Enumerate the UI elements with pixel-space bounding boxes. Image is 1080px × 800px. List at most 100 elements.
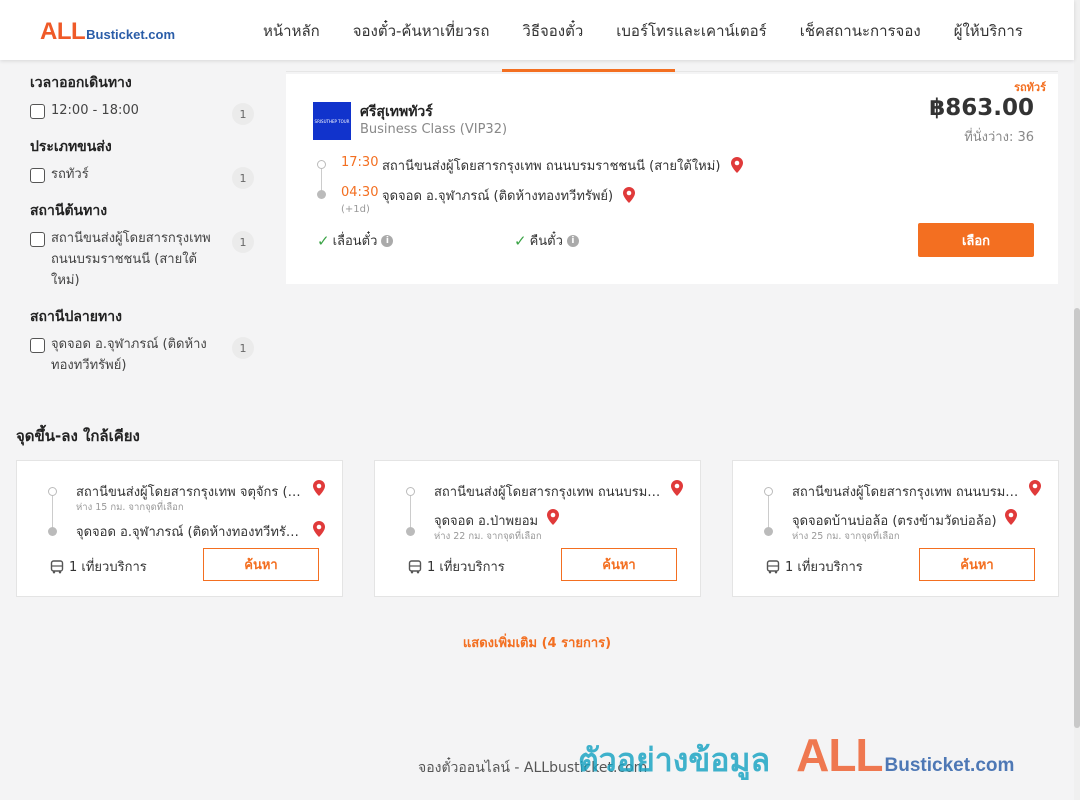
filter-title-destination-station: สถานีปลายทาง xyxy=(30,309,122,325)
feature-label: เลื่อนตั๋ว xyxy=(332,234,378,249)
map-pin-icon[interactable] xyxy=(547,509,559,525)
destination-dot xyxy=(764,527,773,536)
count-badge: 1 xyxy=(232,231,254,253)
sample-data-watermark: ตัวอย่างข้อมูล ALL Busticket.com xyxy=(578,728,1014,786)
trip-count-label: 1 เที่ยวบริการ xyxy=(785,560,863,575)
nearby-to-distance: ห่าง 25 กม. จากจุดที่เลือก xyxy=(792,531,900,542)
trip-count-label: 1 เที่ยวบริการ xyxy=(69,560,147,575)
nearby-section-title: จุดขึ้น-ลง ใกล้เคียง xyxy=(16,427,140,445)
nav-contact-counter[interactable]: เบอร์โทรและเคาน์เตอร์ xyxy=(616,19,766,43)
nav-home[interactable]: หน้าหลัก xyxy=(263,19,320,43)
checkbox[interactable] xyxy=(30,338,45,353)
nearby-to-station: จุดจอด อ.ป่าพยอม xyxy=(434,514,539,529)
next-day-indicator: (+1d) xyxy=(341,204,370,215)
nearby-trip-count: 1 เที่ยวบริการ xyxy=(408,556,505,577)
map-pin-icon[interactable] xyxy=(313,521,325,537)
nearby-card: สถานีขนส่งผู้โดยสารกรุงเทพ จตุจักร (หมอช… xyxy=(16,460,343,597)
filter-option-departure-time[interactable]: 12:00 - 18:00 1 xyxy=(30,103,260,125)
nearby-to-distance: ห่าง 22 กม. จากจุดที่เลือก xyxy=(434,531,542,542)
nav-check-booking[interactable]: เช็คสถานะการจอง xyxy=(800,19,921,43)
operator-name: ศรีสุเทพทัวร์ xyxy=(360,104,433,120)
bus-icon xyxy=(408,559,422,573)
operator-logo: SRISUTHEP TOUR xyxy=(313,102,351,140)
nearby-to-station: จุดจอดบ้านบ่อล้อ (ตรงข้ามวัดบ่อล้อ) xyxy=(792,514,997,529)
site-logo[interactable]: ALL Busticket.com xyxy=(40,18,175,46)
map-pin-icon[interactable] xyxy=(1005,509,1017,525)
route-line xyxy=(52,494,53,531)
depart-station: สถานีขนส่งผู้โดยสารกรุงเทพ ถนนบรมราชชนนี… xyxy=(382,155,743,176)
info-icon[interactable]: i xyxy=(381,234,394,247)
destination-dot xyxy=(406,527,415,536)
origin-dot xyxy=(48,487,57,496)
count-badge: 1 xyxy=(232,167,254,189)
show-more-link[interactable]: แสดงเพิ่มเติม (4 รายการ) xyxy=(0,632,1074,653)
nearby-from-station: สถานีขนส่งผู้โดยสารกรุงเทพ ถนนบรมราชชนนี… xyxy=(434,485,662,500)
checkbox[interactable] xyxy=(30,232,45,247)
filter-option-transport-type[interactable]: รถทัวร์ 1 xyxy=(30,167,260,189)
nearby-card: สถานีขนส่งผู้โดยสารกรุงเทพ ถนนบรมราชชนนี… xyxy=(732,460,1059,597)
map-pin-icon[interactable] xyxy=(671,480,683,496)
operator-logo-text: SRISUTHEP TOUR xyxy=(314,118,350,124)
nearby-card: สถานีขนส่งผู้โดยสารกรุงเทพ ถนนบรมราชชนนี… xyxy=(374,460,701,597)
filter-option-label: รถทัวร์ xyxy=(51,167,89,182)
filter-option-origin-station[interactable]: สถานีขนส่งผู้โดยสารกรุงเทพ ถนนบรมราชชนนี… xyxy=(30,231,260,291)
route-line xyxy=(768,494,769,531)
nav-how-to-book[interactable]: วิธีจองตั๋ว xyxy=(522,19,583,43)
checkbox[interactable] xyxy=(30,104,45,119)
scrollbar-thumb[interactable] xyxy=(1074,308,1080,728)
count-badge: 1 xyxy=(232,337,254,359)
route-line xyxy=(410,494,411,531)
logo-busticket: Busticket.com xyxy=(86,27,176,42)
nearby-to-station: จุดจอด อ.จุฬาภรณ์ (ติดห้างทองทวีทรัพย์) xyxy=(76,525,304,540)
filter-title-origin-station: สถานีต้นทาง xyxy=(30,203,108,219)
info-icon[interactable]: i xyxy=(566,234,579,247)
origin-dot xyxy=(764,487,773,496)
arrive-station-label: จุดจอด อ.จุฬาภรณ์ (ติดห้างทองทวีทรัพย์) xyxy=(382,189,614,204)
map-pin-icon[interactable] xyxy=(1029,480,1041,496)
check-icon: ✓ xyxy=(317,231,330,250)
active-tab-indicator xyxy=(502,69,675,72)
filter-option-destination-station[interactable]: จุดจอด อ.จุฬาภรณ์ (ติดห้างทองทวีทรัพย์) … xyxy=(30,337,260,376)
origin-dot xyxy=(406,487,415,496)
map-pin-icon[interactable] xyxy=(623,187,636,203)
bus-class: Business Class (VIP32) xyxy=(360,122,508,137)
nearby-from-station: สถานีขนส่งผู้โดยสารกรุงเทพ จตุจักร (หมอช… xyxy=(76,485,302,500)
trip-count-label: 1 เที่ยวบริการ xyxy=(427,560,505,575)
bus-icon xyxy=(766,559,780,573)
nearby-from-distance: ห่าง 15 กม. จากจุดที่เลือก xyxy=(76,502,184,513)
map-pin-icon[interactable] xyxy=(313,480,325,496)
filter-option-label: จุดจอด อ.จุฬาภรณ์ (ติดห้างทองทวีทรัพย์) xyxy=(51,337,207,373)
bus-icon xyxy=(50,559,64,573)
main-nav: หน้าหลัก จองตั๋ว-ค้นหาเที่ยวรถ วิธีจองตั… xyxy=(263,19,1056,43)
transport-type-tag: รถทัวร์ xyxy=(1014,81,1046,94)
map-pin-icon[interactable] xyxy=(730,157,743,173)
arrive-station: จุดจอด อ.จุฬาภรณ์ (ติดห้างทองทวีทรัพย์) xyxy=(382,185,636,206)
ticket-price: ฿863.00 xyxy=(929,95,1034,121)
site-header: ALL Busticket.com หน้าหลัก จองตั๋ว-ค้นหา… xyxy=(0,0,1074,60)
nearby-search-button[interactable]: ค้นหา xyxy=(203,548,319,581)
available-seats: ที่นั่งว่าง: 36 xyxy=(964,130,1034,145)
trip-card: รถทัวร์ SRISUTHEP TOUR ศรีสุเทพทัวร์ Bus… xyxy=(286,74,1058,284)
depart-time: 17:30 xyxy=(341,155,379,170)
logo-all: ALL xyxy=(40,18,86,45)
filter-title-transport-type: ประเภทขนส่ง xyxy=(30,139,112,155)
filter-panel: เวลาออกเดินทาง 12:00 - 18:00 1 ประเภทขนส… xyxy=(30,68,260,391)
nearby-search-button[interactable]: ค้นหา xyxy=(561,548,677,581)
feature-refund: ✓ คืนตั๋ว i xyxy=(514,230,579,251)
nav-book-search[interactable]: จองตั๋ว-ค้นหาเที่ยวรถ xyxy=(353,19,490,43)
watermark-logo-all: ALL xyxy=(796,729,883,781)
destination-dot xyxy=(317,190,326,199)
nearby-trip-count: 1 เที่ยวบริการ xyxy=(766,556,863,577)
watermark-logo-busticket: Busticket.com xyxy=(884,755,1015,776)
nearby-search-button[interactable]: ค้นหา xyxy=(919,548,1035,581)
nearby-trip-count: 1 เที่ยวบริการ xyxy=(50,556,147,577)
nav-operators[interactable]: ผู้ให้บริการ xyxy=(954,19,1023,43)
filter-title-departure-time: เวลาออกเดินทาง xyxy=(30,75,132,91)
select-trip-button[interactable]: เลือก xyxy=(918,223,1034,257)
origin-dot xyxy=(317,160,326,169)
arrive-time: 04:30 xyxy=(341,185,379,200)
filter-option-label: 12:00 - 18:00 xyxy=(51,103,139,118)
destination-dot xyxy=(48,527,57,536)
checkbox[interactable] xyxy=(30,168,45,183)
depart-station-label: สถานีขนส่งผู้โดยสารกรุงเทพ ถนนบรมราชชนนี… xyxy=(382,159,721,174)
